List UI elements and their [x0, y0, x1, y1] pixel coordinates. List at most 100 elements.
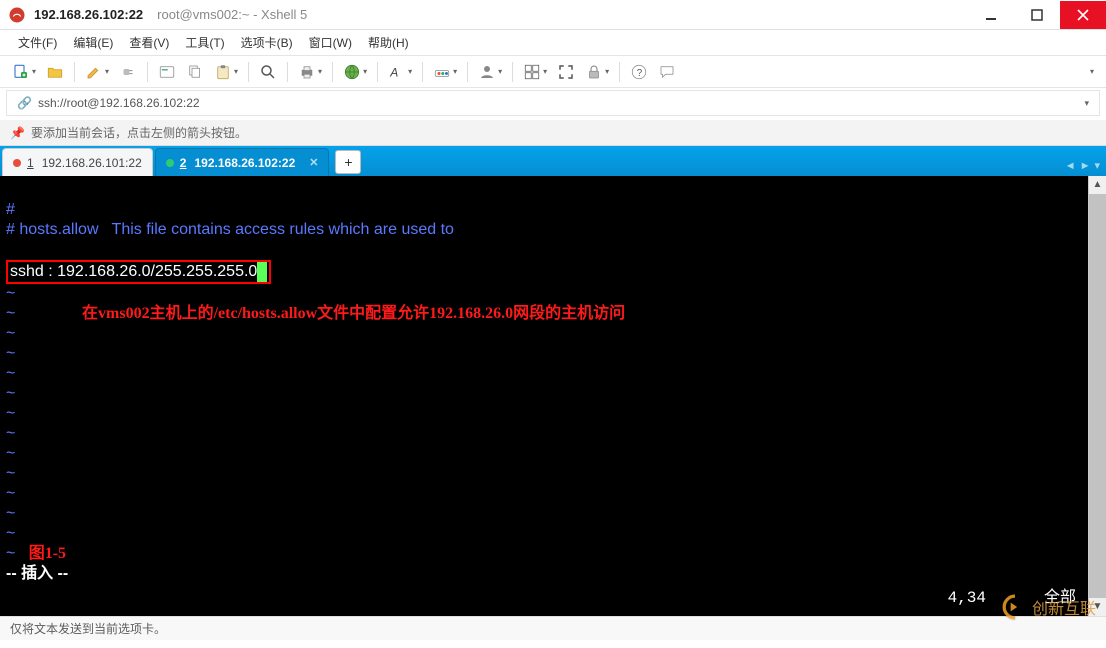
cursor: [257, 262, 267, 282]
menu-tab[interactable]: 选项卡(B): [233, 31, 301, 54]
tab-label: 192.168.26.102:22: [194, 156, 295, 170]
address-text: ssh://root@192.168.26.102:22: [38, 96, 1079, 110]
menu-bar: 文件(F) 编辑(E) 查看(V) 工具(T) 选项卡(B) 窗口(W) 帮助(…: [0, 30, 1106, 56]
menu-edit[interactable]: 编辑(E): [65, 31, 121, 54]
new-session-button[interactable]: ▾: [8, 59, 40, 85]
lock-button[interactable]: ▾: [581, 59, 613, 85]
tab-nav: ◄ ► ▾: [1065, 159, 1100, 172]
chat-button[interactable]: [654, 59, 680, 85]
separator: [248, 62, 249, 82]
vim-mode-line: -- 插入 --: [6, 565, 68, 582]
vim-tilde: ~: [6, 545, 29, 562]
scroll-down-icon[interactable]: ▼: [1089, 598, 1106, 616]
vim-tilde: ~: [6, 345, 15, 362]
vim-tilde: ~: [6, 405, 15, 422]
vim-tilde: ~: [6, 485, 15, 502]
highlighted-rule: sshd : 192.168.26.0/255.255.255.0: [6, 260, 271, 284]
vim-tilde: ~: [6, 445, 15, 462]
copy-icon: [186, 63, 204, 81]
info-text: 要添加当前会话，点击左侧的箭头按钮。: [31, 124, 247, 141]
separator: [287, 62, 288, 82]
terminal-content: # # hosts.allow This file contains acces…: [0, 176, 1106, 588]
lock-icon: [585, 63, 603, 81]
vim-tilde: ~: [6, 285, 15, 302]
menu-tools[interactable]: 工具(T): [177, 31, 232, 54]
menu-window[interactable]: 窗口(W): [301, 31, 360, 54]
palette-icon: [433, 63, 451, 81]
vim-tilde: ~: [6, 465, 15, 482]
tab-menu-icon[interactable]: ▾: [1094, 159, 1100, 172]
layout-button[interactable]: ▾: [519, 59, 551, 85]
paste-button[interactable]: ▾: [210, 59, 242, 85]
language-button[interactable]: ▾: [339, 59, 371, 85]
tab-close-icon[interactable]: ✕: [309, 156, 318, 169]
menu-view[interactable]: 查看(V): [121, 31, 177, 54]
color-button[interactable]: ▾: [429, 59, 461, 85]
new-file-icon: [12, 63, 30, 81]
font-button[interactable]: A▾: [384, 59, 416, 85]
user-button[interactable]: ▾: [474, 59, 506, 85]
vertical-scrollbar[interactable]: ▲ ▼: [1088, 176, 1106, 616]
help-button[interactable]: ?: [626, 59, 652, 85]
chat-icon: [658, 63, 676, 81]
term-line: #: [6, 201, 15, 218]
maximize-button[interactable]: [1014, 1, 1060, 29]
find-button[interactable]: [255, 59, 281, 85]
scroll-percent: 全部: [1044, 588, 1076, 608]
chevron-down-icon[interactable]: ▾: [1084, 98, 1089, 109]
window-title-main: 192.168.26.102:22: [34, 7, 143, 22]
disconnect-button[interactable]: [115, 59, 141, 85]
cursor-position: 4,34: [948, 588, 986, 608]
terminal-pane[interactable]: # # hosts.allow This file contains acces…: [0, 176, 1106, 616]
bookmark-add-icon[interactable]: 📌: [10, 126, 25, 140]
status-dot-connected: [166, 159, 174, 167]
status-bar: 仅将文本发送到当前选项卡。: [0, 616, 1106, 640]
separator: [377, 62, 378, 82]
close-button[interactable]: [1060, 1, 1106, 29]
vim-tilde: ~: [6, 425, 15, 442]
minimize-button[interactable]: [968, 1, 1014, 29]
separator: [467, 62, 468, 82]
user-icon: [478, 63, 496, 81]
address-bar[interactable]: 🔗 ssh://root@192.168.26.102:22 ▾: [6, 90, 1100, 116]
reconnect-button[interactable]: ▾: [81, 59, 113, 85]
fullscreen-button[interactable]: [553, 59, 579, 85]
separator: [74, 62, 75, 82]
link-icon: 🔗: [17, 96, 32, 110]
maximize-icon: [1031, 9, 1043, 21]
font-icon: A: [388, 63, 406, 81]
toolbar-overflow[interactable]: ▾: [1084, 59, 1098, 85]
print-button[interactable]: ▾: [294, 59, 326, 85]
separator: [619, 62, 620, 82]
separator: [332, 62, 333, 82]
menu-file[interactable]: 文件(F): [10, 31, 65, 54]
scrollbar-thumb[interactable]: [1089, 194, 1106, 598]
info-bar: 📌 要添加当前会话，点击左侧的箭头按钮。: [0, 120, 1106, 146]
minimize-icon: [985, 9, 997, 21]
tab-next-icon[interactable]: ►: [1080, 160, 1091, 172]
paste-icon: [214, 63, 232, 81]
properties-button[interactable]: [154, 59, 180, 85]
figure-label: 图1-5: [29, 545, 66, 562]
status-dot-disconnected: [13, 159, 21, 167]
globe-icon: [343, 63, 361, 81]
question-icon: ?: [630, 63, 648, 81]
open-button[interactable]: [42, 59, 68, 85]
status-text: 仅将文本发送到当前选项卡。: [10, 620, 166, 637]
grid-icon: [523, 63, 541, 81]
folder-icon: [46, 63, 64, 81]
fullscreen-icon: [557, 63, 575, 81]
add-tab-button[interactable]: +: [335, 150, 361, 174]
svg-text:A: A: [389, 65, 398, 79]
session-tab-2[interactable]: 2 192.168.26.102:22 ✕: [155, 148, 330, 176]
vim-tilde: ~: [6, 505, 15, 522]
printer-icon: [298, 63, 316, 81]
tab-prev-icon[interactable]: ◄: [1065, 160, 1076, 172]
separator: [147, 62, 148, 82]
copy-button[interactable]: [182, 59, 208, 85]
session-tab-1[interactable]: 1 192.168.26.101:22: [2, 148, 153, 176]
menu-help[interactable]: 帮助(H): [360, 31, 417, 54]
tab-label: 192.168.26.101:22: [42, 156, 142, 170]
scroll-up-icon[interactable]: ▲: [1089, 176, 1106, 194]
tab-number: 1: [27, 156, 34, 170]
